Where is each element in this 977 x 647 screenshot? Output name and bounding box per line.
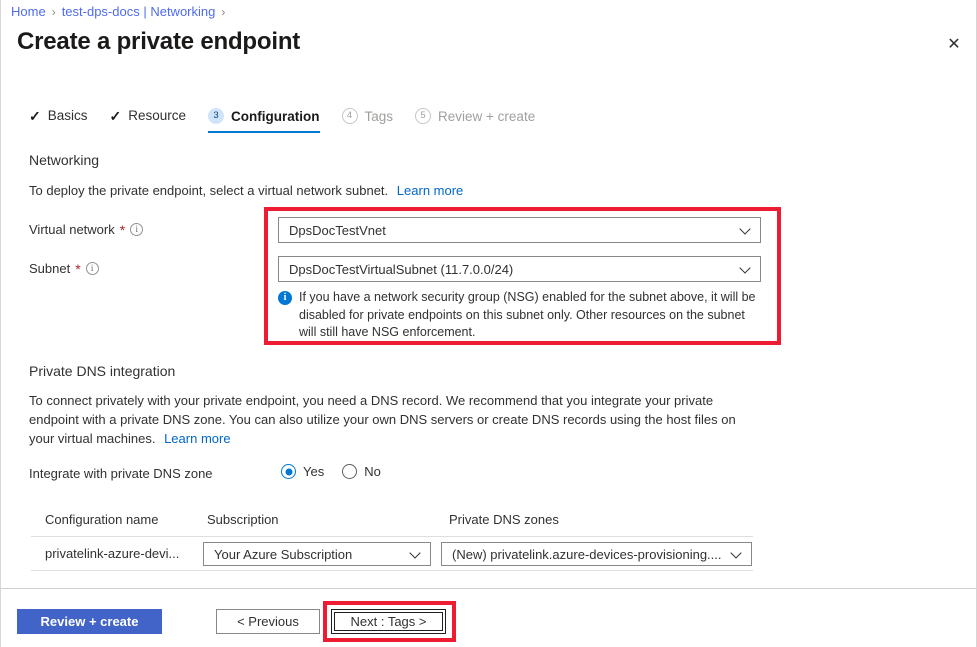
required-asterisk-icon: *	[75, 262, 80, 276]
info-icon[interactable]: i	[86, 262, 99, 275]
step-number-badge: 3	[208, 108, 224, 124]
info-filled-icon: i	[278, 291, 292, 305]
tab-resource[interactable]: ✓ Resource	[99, 108, 198, 132]
radio-selected-icon	[281, 464, 296, 479]
private-dns-zone-value: (New) privatelink.azure-devices-provisio…	[452, 547, 725, 562]
radio-option-yes[interactable]: Yes	[281, 464, 324, 479]
networking-section-heading: Networking	[29, 152, 99, 168]
review-create-button[interactable]: Review + create	[17, 609, 162, 634]
breadcrumb-separator-icon: ›	[52, 3, 56, 21]
virtual-network-label: Virtual network * i	[29, 222, 143, 237]
tab-review-create[interactable]: 5 Review + create	[404, 108, 546, 133]
chevron-down-icon	[731, 548, 743, 560]
chevron-down-icon	[740, 224, 752, 236]
networking-learn-more-link[interactable]: Learn more	[397, 183, 463, 198]
private-dns-zone-dropdown[interactable]: (New) privatelink.azure-devices-provisio…	[441, 542, 752, 566]
step-number-badge: 4	[342, 108, 358, 124]
cell-configuration-name: privatelink-azure-devi...	[45, 546, 195, 561]
tab-review-create-label: Review + create	[438, 109, 535, 124]
check-icon: ✓	[29, 109, 41, 123]
check-icon: ✓	[110, 109, 122, 123]
radio-option-no-label: No	[364, 464, 381, 479]
integrate-private-dns-label-text: Integrate with private DNS zone	[29, 466, 213, 481]
virtual-network-dropdown[interactable]: DpsDocTestVnet	[278, 217, 761, 243]
nsg-info-note: i If you have a network security group (…	[278, 289, 758, 342]
networking-description-text: To deploy the private endpoint, select a…	[29, 183, 388, 198]
previous-button[interactable]: < Previous	[216, 609, 320, 634]
step-number-badge: 5	[415, 108, 431, 124]
virtual-network-label-text: Virtual network	[29, 222, 115, 237]
tab-resource-label: Resource	[128, 108, 186, 123]
integrate-private-dns-label: Integrate with private DNS zone	[29, 466, 213, 481]
required-asterisk-icon: *	[120, 223, 125, 237]
subscription-value: Your Azure Subscription	[214, 547, 404, 562]
column-header-private-dns-zones: Private DNS zones	[449, 512, 559, 527]
breadcrumb-separator-icon-2: ›	[221, 3, 225, 21]
private-dns-learn-more-link[interactable]: Learn more	[164, 431, 230, 446]
chevron-down-icon	[740, 263, 752, 275]
integrate-dns-radio-group: Yes No	[281, 464, 381, 479]
tab-configuration[interactable]: 3 Configuration	[197, 108, 330, 133]
tab-tags[interactable]: 4 Tags	[331, 108, 405, 133]
breadcrumb-item-networking[interactable]: test-dps-docs | Networking	[62, 3, 216, 21]
virtual-network-value: DpsDocTestVnet	[289, 223, 734, 238]
column-header-configuration-name: Configuration name	[45, 512, 158, 527]
subnet-label: Subnet * i	[29, 261, 99, 276]
tab-tags-label: Tags	[365, 109, 394, 124]
table-row-divider	[31, 570, 753, 571]
private-dns-description: To connect privately with your private e…	[29, 391, 762, 448]
breadcrumb-item-home[interactable]: Home	[11, 3, 46, 21]
subnet-value: DpsDocTestVirtualSubnet (11.7.0.0/24)	[289, 262, 734, 277]
breadcrumb: Home › test-dps-docs | Networking ›	[11, 3, 225, 21]
create-private-endpoint-blade: Home › test-dps-docs | Networking › Crea…	[0, 0, 977, 647]
subnet-label-text: Subnet	[29, 261, 70, 276]
tab-basics[interactable]: ✓ Basics	[29, 108, 99, 132]
subnet-dropdown[interactable]: DpsDocTestVirtualSubnet (11.7.0.0/24)	[278, 256, 761, 282]
column-header-subscription: Subscription	[207, 512, 279, 527]
subscription-dropdown[interactable]: Your Azure Subscription	[203, 542, 431, 566]
info-icon[interactable]: i	[130, 223, 143, 236]
private-dns-section-heading: Private DNS integration	[29, 363, 175, 379]
radio-option-yes-label: Yes	[303, 464, 324, 479]
footer-divider	[1, 588, 976, 589]
next-tags-button[interactable]: Next : Tags >	[331, 609, 446, 634]
tab-configuration-label: Configuration	[231, 109, 319, 124]
table-header-divider	[31, 536, 753, 537]
radio-option-no[interactable]: No	[342, 464, 381, 479]
close-icon[interactable]: ✕	[938, 28, 970, 60]
chevron-down-icon	[410, 548, 422, 560]
page-title: Create a private endpoint	[17, 28, 300, 56]
private-dns-description-text: To connect privately with your private e…	[29, 393, 736, 446]
radio-unselected-icon	[342, 464, 357, 479]
networking-description: To deploy the private endpoint, select a…	[29, 181, 629, 200]
nsg-info-note-text: If you have a network security group (NS…	[299, 289, 758, 342]
tab-basics-label: Basics	[48, 108, 88, 123]
wizard-tabs: ✓ Basics ✓ Resource 3 Configuration 4 Ta…	[29, 108, 546, 133]
